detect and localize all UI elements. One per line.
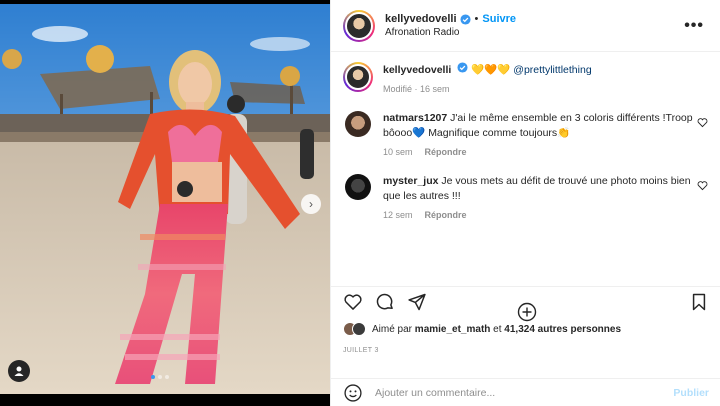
carousel-dot <box>151 375 155 379</box>
post-media[interactable]: › <box>0 0 330 406</box>
likes-prefix: Aimé par <box>372 323 413 335</box>
comment-username[interactable]: myster_jux <box>383 175 438 187</box>
caption-edited-time: Modifié · 16 sem <box>383 84 450 94</box>
header-username[interactable]: kellyvedovelli <box>385 13 457 25</box>
post-actions <box>331 286 720 316</box>
list-item: myster_jux Je vous mets au défit de trou… <box>343 174 708 223</box>
comments-section: kellyvedovelli 💛🧡💛 @prettylittlething Mo… <box>331 52 720 322</box>
caption-emojis: 💛🧡💛 <box>471 64 511 76</box>
location-link[interactable]: Afronation Radio <box>385 27 684 38</box>
heart-icon[interactable] <box>697 117 708 128</box>
likes-summary: Aimé par mamie_et_math et 41,324 autres … <box>343 322 621 336</box>
caption-username[interactable]: kellyvedovelli <box>383 64 451 76</box>
carousel-dot <box>165 375 169 379</box>
post-sidebar: kellyvedovelli • Suivre Afronation Radio… <box>330 0 720 406</box>
post-header: kellyvedovelli • Suivre Afronation Radio… <box>331 0 720 52</box>
likes-count[interactable]: 41,324 autres personnes <box>504 324 621 335</box>
heart-icon[interactable] <box>697 180 708 191</box>
likes-middle: et <box>493 323 502 335</box>
heart-icon[interactable] <box>343 292 363 312</box>
post-photo[interactable] <box>0 4 330 394</box>
next-photo-button[interactable]: › <box>301 194 321 214</box>
comment-time: 12 sem <box>383 210 413 220</box>
follow-button[interactable]: Suivre <box>482 13 516 25</box>
comment-time: 10 sem <box>383 147 413 157</box>
carousel-indicator <box>151 375 169 379</box>
caption-mention[interactable]: @prettylittlething <box>513 64 591 76</box>
share-icon[interactable] <box>407 292 427 312</box>
comment-username[interactable]: natmars1207 <box>383 112 447 124</box>
post-date: JUILLET 3 <box>343 347 379 354</box>
more-options-icon[interactable]: ••• <box>684 17 708 35</box>
tagged-users-button[interactable] <box>8 360 30 382</box>
chevron-right-icon: › <box>309 197 313 211</box>
avatar[interactable] <box>345 174 371 200</box>
verified-badge-icon <box>457 62 468 73</box>
add-comment-bar: Publier <box>331 378 720 406</box>
likes-user[interactable]: mamie_et_math <box>415 324 491 335</box>
verified-badge-icon <box>460 13 471 25</box>
reply-button[interactable]: Répondre <box>425 210 467 220</box>
avatar[interactable] <box>345 111 371 137</box>
person-icon <box>14 366 24 376</box>
carousel-dot <box>158 375 162 379</box>
bookmark-icon[interactable] <box>689 292 709 312</box>
comment-input[interactable] <box>375 386 674 399</box>
avatar[interactable] <box>343 62 373 92</box>
emoji-icon[interactable] <box>343 383 363 403</box>
avatar[interactable] <box>343 9 375 42</box>
separator: • <box>474 13 479 25</box>
avatar <box>352 322 366 336</box>
post-caption: kellyvedovelli 💛🧡💛 @prettylittlething Mo… <box>343 62 708 97</box>
comment-icon[interactable] <box>375 292 395 312</box>
reply-button[interactable]: Répondre <box>425 147 467 157</box>
publish-button[interactable]: Publier <box>673 387 709 399</box>
list-item: natmars1207 J'ai le même ensemble en 3 c… <box>343 111 708 160</box>
